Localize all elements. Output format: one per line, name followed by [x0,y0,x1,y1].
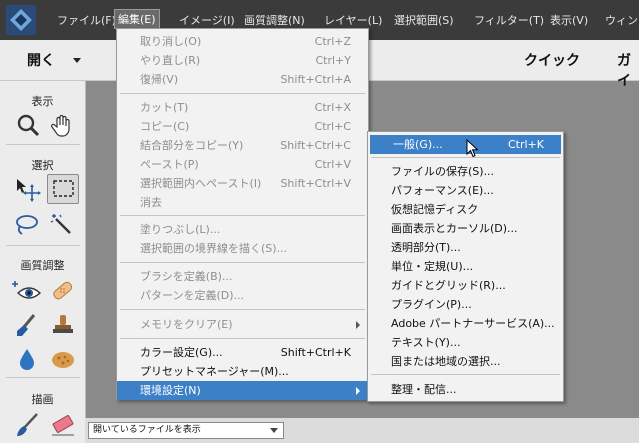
open-button[interactable]: 開く [27,50,55,70]
open-dropdown-chevron-icon[interactable] [73,58,81,63]
menu-item-type[interactable]: テキスト(Y)... [368,333,563,352]
menu-view[interactable]: 表示(V) [550,12,588,28]
tools-section-enhance: 画質調整 [20,259,65,272]
menu-item-saving-files[interactable]: ファイルの保存(S)... [368,162,563,181]
tools-section-view: 表示 [31,95,54,108]
menu-item-performance[interactable]: パフォーマンス(E)... [368,181,563,200]
rect-marquee-tool[interactable] [47,174,79,204]
menu-item-define-brush[interactable]: ブラシを定義(B)... [117,267,368,286]
brush-icon[interactable] [12,411,42,439]
smart-brush-icon[interactable] [12,311,42,339]
menu-item-revert[interactable]: 復帰(V) Shift+Ctrl+A [117,70,368,89]
menu-item-color-settings[interactable]: カラー設定(G)... Shift+Ctrl+K [117,343,368,362]
menu-item-adobe-partner-services[interactable]: Adobe パートナーサービス(A)... [368,314,563,333]
zoom-icon[interactable] [14,111,44,139]
tab-quick[interactable]: クイック [524,50,580,70]
menu-item-paste[interactable]: ペースト(P) Ctrl+V [117,155,368,174]
tab-guided[interactable]: ガイ [617,50,639,90]
mouse-cursor-icon [466,139,479,158]
submenu-arrow-icon [356,387,360,395]
clone-stamp-icon[interactable] [48,311,78,339]
menu-separator [120,338,365,339]
menu-image[interactable]: イメージ(I) [179,12,235,28]
tools-panel: 表示 選択 画質調整 描画 [0,81,86,443]
menu-item-preset-manager[interactable]: プリセットマネージャー(M)... [117,362,368,381]
menu-separator [120,215,365,216]
rect-marquee-icon [53,180,74,197]
menu-separator [371,374,560,375]
menu-edit[interactable]: 編集(E) [114,9,160,29]
edit-menu: 取り消し(O) Ctrl+Z やり直し(R) Ctrl+Y 復帰(V) Shift+C… [116,28,369,400]
tools-divider [6,377,80,378]
menu-window[interactable]: ウィンド [605,12,639,28]
menu-item-copy[interactable]: コピー(C) Ctrl+C [117,117,368,136]
menu-separator [120,93,365,94]
menu-filter[interactable]: フィルター(T) [474,12,544,28]
menu-select[interactable]: 選択範囲(S) [394,12,454,28]
tools-section-select: 選択 [31,159,54,172]
menu-item-undo[interactable]: 取り消し(O) Ctrl+Z [117,32,368,51]
menu-item-scratch-disks[interactable]: 仮想記憶ディスク [368,200,563,219]
menu-item-define-pattern[interactable]: パターンを定義(D)... [117,286,368,305]
menu-item-units-rulers[interactable]: 単位・定規(U)... [368,257,563,276]
menu-item-display-cursors[interactable]: 画面表示とカーソル(D)... [368,219,563,238]
menu-item-fill[interactable]: 塗りつぶし(L)... [117,220,368,239]
hand-icon[interactable] [48,111,78,139]
magic-wand-icon[interactable] [48,211,78,239]
menu-item-cut[interactable]: カット(T) Ctrl+X [117,98,368,117]
menu-file[interactable]: ファイル(F) [57,12,116,28]
menu-item-plugins[interactable]: プラグイン(P)... [368,295,563,314]
menu-item-stroke[interactable]: 選択範囲の境界線を描く(S)... [117,239,368,258]
move-tool-icon[interactable] [12,175,42,203]
menu-item-paste-into[interactable]: 選択範囲内へペースト(I) Shift+Ctrl+V [117,174,368,193]
menu-item-redo[interactable]: やり直し(R) Ctrl+Y [117,51,368,70]
open-files-select[interactable]: 開いているファイルを表示 [88,422,284,439]
menu-item-country-region[interactable]: 国または地域の選択... [368,352,563,371]
submenu-arrow-icon [356,321,360,329]
menu-layer[interactable]: レイヤー(L) [324,12,382,28]
eraser-icon[interactable] [48,411,78,439]
menu-item-copy-merged[interactable]: 結合部分をコピー(Y) Shift+Ctrl+C [117,136,368,155]
menu-separator [120,309,365,310]
tools-divider [6,245,80,246]
menu-item-preferences[interactable]: 環境設定(N) [117,381,368,400]
app-logo-icon [6,5,36,35]
spot-healing-icon[interactable] [48,277,78,305]
blur-icon[interactable] [12,345,42,373]
menu-item-purge[interactable]: メモリをクリア(E) [117,315,368,334]
sponge-icon[interactable] [48,345,78,373]
tools-divider [6,144,80,145]
lasso-icon[interactable] [12,211,42,239]
menu-item-transparency[interactable]: 透明部分(T)... [368,238,563,257]
menu-item-organize-share[interactable]: 整理・配信... [368,380,563,399]
menu-enhance[interactable]: 画質調整(N) [244,12,305,28]
preferences-submenu: 一般(G)... Ctrl+K ファイルの保存(S)... パフォーマンス(E).… [367,131,564,402]
chevron-down-icon[interactable] [270,428,278,433]
menu-item-delete[interactable]: 消去 [117,193,368,212]
menu-item-guides-grid[interactable]: ガイドとグリッド(R)... [368,276,563,295]
red-eye-icon[interactable] [12,277,42,305]
tools-section-draw: 描画 [31,393,54,406]
menu-separator [120,262,365,263]
